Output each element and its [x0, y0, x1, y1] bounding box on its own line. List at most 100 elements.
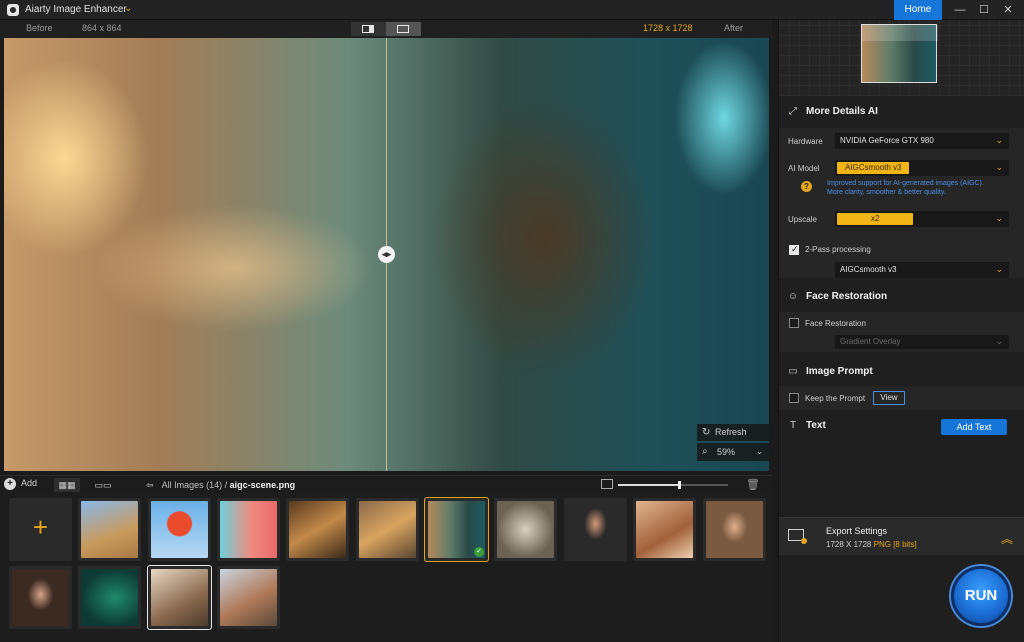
face-section-header: ☺ Face Restoration: [779, 286, 1024, 308]
back-icon[interactable]: ⇦: [146, 480, 154, 490]
chevron-up-icon[interactable]: ︽: [1001, 530, 1013, 547]
thumbnail-lion-cub[interactable]: [78, 498, 141, 561]
zoom-dropdown-chevron-icon[interactable]: ⌄: [756, 443, 763, 461]
title-bar: Aiarty Image Enhancer ⌄ Home — ☐ ✕: [0, 0, 1024, 20]
text-title: Text: [806, 420, 826, 431]
two-pass-model-select[interactable]: AIGCsmooth v3 ⌄: [835, 262, 1009, 278]
export-bits: [8 bits]: [893, 540, 917, 549]
chevron-down-icon: ⌄: [995, 162, 1003, 172]
close-icon[interactable]: ✕: [998, 2, 1018, 18]
list-view-button[interactable]: ▭▭: [90, 478, 116, 492]
hardware-select[interactable]: NVIDIA GeForce GTX 980 ⌄: [835, 133, 1009, 149]
ai-model-label: AI Model: [788, 164, 820, 173]
add-text-button[interactable]: Add Text: [941, 419, 1007, 435]
preview-thumbnail[interactable]: [861, 24, 938, 83]
add-image-tile[interactable]: +: [9, 498, 72, 561]
compare-slider-handle[interactable]: ◂▸: [378, 246, 395, 263]
thumbnail-lion[interactable]: [356, 498, 419, 561]
thumbnail-flamingo[interactable]: [217, 498, 280, 561]
keep-prompt-label: Keep the Prompt: [805, 394, 866, 403]
prompt-title: Image Prompt: [806, 366, 873, 377]
after-size: 1728 x 1728: [643, 23, 693, 33]
image-gallery: + ✓: [0, 493, 772, 642]
selected-check-icon: ✓: [474, 547, 484, 557]
thumbnail-size-knob[interactable]: [677, 481, 681, 489]
app-title: Aiarty Image Enhancer: [25, 4, 127, 15]
face-mode-value: Gradient Overlay: [840, 337, 901, 346]
thumbnail-size-fill: [618, 484, 679, 486]
keep-prompt-checkbox[interactable]: [789, 393, 799, 403]
thumbnail-dog[interactable]: [286, 498, 349, 561]
two-pass-label: 2-Pass processing: [805, 245, 871, 254]
delete-icon[interactable]: 🗑: [746, 478, 760, 491]
face-section: Face Restoration Gradient Overlay ⌄: [779, 312, 1024, 352]
two-pass-checkbox[interactable]: [789, 244, 799, 255]
home-button[interactable]: Home: [894, 0, 942, 20]
thumbnail-woman-laughing[interactable]: [9, 566, 72, 629]
minimize-icon[interactable]: —: [950, 2, 970, 18]
add-images-button[interactable]: + Add: [4, 478, 37, 490]
image-canvas[interactable]: ◂▸ Refresh ⌕ 59% ⌄: [4, 38, 769, 471]
before-label: Before: [26, 23, 53, 33]
single-view-button[interactable]: [351, 22, 386, 36]
more-details-title: More Details AI: [806, 106, 878, 117]
zoom-icon: ⌕: [702, 446, 708, 457]
ai-model-hint: Improved support for AI-generated images…: [827, 180, 984, 196]
split-view-icon: [397, 25, 409, 33]
thumbnail-hot-air-balloon[interactable]: [148, 498, 211, 561]
settings-panel: ⤢ More Details AI Hardware NVIDIA GeForc…: [778, 20, 1024, 642]
breadcrumb-all-images[interactable]: All Images (14): [162, 480, 223, 490]
export-info: 1728 X 1728 PNG [8 bits]: [826, 540, 917, 549]
gallery-toolbar: + Add ▦▦ ▭▭ ⇦ All Images (14) / aigc-scen…: [0, 475, 772, 493]
thumbnail-group-photo[interactable]: [147, 565, 212, 630]
thumbnail-woman-with-dog[interactable]: [633, 498, 696, 561]
thumbnail-size-slider[interactable]: [618, 481, 728, 489]
thumbnail-butterfly[interactable]: [494, 498, 557, 561]
ai-model-select[interactable]: AIGCsmooth v3 ⌄: [835, 160, 1009, 176]
compare-mode-toggle[interactable]: [351, 22, 421, 36]
run-button[interactable]: RUN: [951, 566, 1011, 626]
upscale-label: Upscale: [788, 215, 817, 224]
more-details-section-header: ⤢ More Details AI: [779, 101, 1024, 123]
thumbnail-friends-selfie[interactable]: [217, 566, 280, 629]
plus-icon: +: [32, 512, 49, 542]
thumbnail-size-icon: [601, 479, 613, 489]
grid-view-button[interactable]: ▦▦: [54, 478, 80, 492]
export-settings-icon: [788, 529, 807, 544]
after-label: After: [724, 23, 744, 33]
add-label: Add: [21, 478, 38, 488]
chevron-down-icon: ⌄: [995, 213, 1003, 223]
export-settings[interactable]: Export Settings 1728 X 1728 PNG [8 bits]…: [779, 517, 1024, 555]
compare-bar: Before 864 x 864 1728 x 1728 After: [0, 20, 772, 38]
thumbnail-man-portrait[interactable]: [564, 498, 627, 561]
thumbnail-aigc-scene[interactable]: ✓: [424, 497, 489, 562]
hardware-value: NVIDIA GeForce GTX 980: [840, 136, 934, 145]
zoom-control[interactable]: ⌕ 59% ⌄: [697, 443, 769, 461]
upscale-select[interactable]: x2 ⌄: [835, 211, 1009, 227]
text-icon: T: [789, 420, 797, 431]
before-size: 864 x 864: [82, 23, 122, 33]
maximize-icon[interactable]: ☐: [974, 2, 994, 18]
refresh-button[interactable]: Refresh: [697, 424, 769, 441]
face-restoration-label: Face Restoration: [805, 319, 866, 328]
single-view-icon: [362, 25, 374, 33]
face-restoration-checkbox[interactable]: [789, 318, 799, 328]
help-icon[interactable]: ?: [801, 181, 812, 192]
app-menu-chevron-icon[interactable]: ⌄: [124, 3, 132, 14]
add-icon: +: [4, 478, 16, 490]
export-title: Export Settings: [826, 526, 888, 536]
breadcrumb: ⇦ All Images (14) / aigc-scene.png: [146, 480, 295, 491]
app-logo-icon: [7, 4, 19, 16]
thumbnail-woman-smiling[interactable]: [703, 498, 766, 561]
prompt-section-header: ▭ Image Prompt: [779, 361, 1024, 383]
more-details-section: Hardware NVIDIA GeForce GTX 980 ⌄ AI Mod…: [779, 128, 1024, 278]
hardware-label: Hardware: [788, 137, 823, 146]
upscale-value: x2: [837, 213, 914, 225]
breadcrumb-separator: /: [224, 480, 228, 490]
enhance-icon: ⤢: [789, 106, 797, 117]
chevron-down-icon: ⌄: [995, 264, 1003, 274]
thumbnail-peacock-feather[interactable]: [78, 566, 141, 629]
view-prompt-button[interactable]: View: [873, 391, 905, 405]
chevron-down-icon: ⌄: [995, 336, 1003, 346]
split-view-button[interactable]: [386, 22, 421, 36]
